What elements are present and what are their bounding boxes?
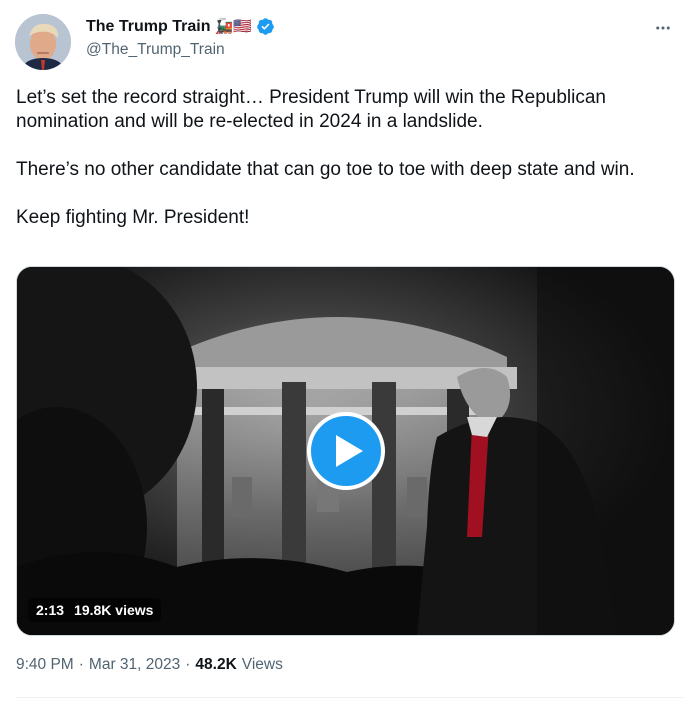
play-icon bbox=[336, 435, 363, 467]
divider bbox=[16, 697, 684, 698]
display-name[interactable]: The Trump Train bbox=[86, 18, 210, 36]
tweet-meta: 9:40 PM · Mar 31, 2023 · 48.2K Views bbox=[16, 656, 283, 674]
author-handle[interactable]: @The_Trump_Train bbox=[86, 41, 225, 59]
play-button[interactable] bbox=[307, 412, 385, 490]
video-duration: 2:13 bbox=[36, 602, 65, 618]
more-options-button[interactable] bbox=[650, 15, 676, 41]
avatar-image bbox=[15, 14, 71, 70]
tweet-time[interactable]: 9:40 PM bbox=[16, 656, 74, 674]
more-dots-icon bbox=[656, 26, 670, 30]
author-name-row[interactable]: The Trump Train 🚂🇺🇸 bbox=[86, 17, 275, 36]
name-emoji: 🚂🇺🇸 bbox=[214, 17, 252, 35]
tweet: The Trump Train 🚂🇺🇸 @The_Trump_Train Let… bbox=[0, 0, 700, 707]
video-stats-badge: 2:13 19.8K views bbox=[28, 598, 162, 622]
tweet-text: Let’s set the record straight… President… bbox=[16, 86, 676, 230]
avatar[interactable] bbox=[15, 14, 71, 70]
meta-separator: · bbox=[185, 656, 191, 673]
tweet-paragraph-2: There’s no other candidate that can go t… bbox=[16, 159, 635, 180]
video-player[interactable]: 2:13 19.8K views bbox=[16, 266, 675, 636]
views-label: Views bbox=[241, 656, 283, 673]
tweet-date[interactable]: Mar 31, 2023 bbox=[89, 656, 180, 674]
views-count[interactable]: 48.2K bbox=[195, 656, 236, 674]
video-views: 19.8K views bbox=[74, 602, 154, 618]
meta-separator: · bbox=[78, 656, 84, 673]
tweet-paragraph-1: Let’s set the record straight… President… bbox=[16, 87, 606, 132]
verified-badge-icon[interactable] bbox=[256, 17, 275, 36]
tweet-paragraph-3: Keep fighting Mr. President! bbox=[16, 207, 250, 228]
